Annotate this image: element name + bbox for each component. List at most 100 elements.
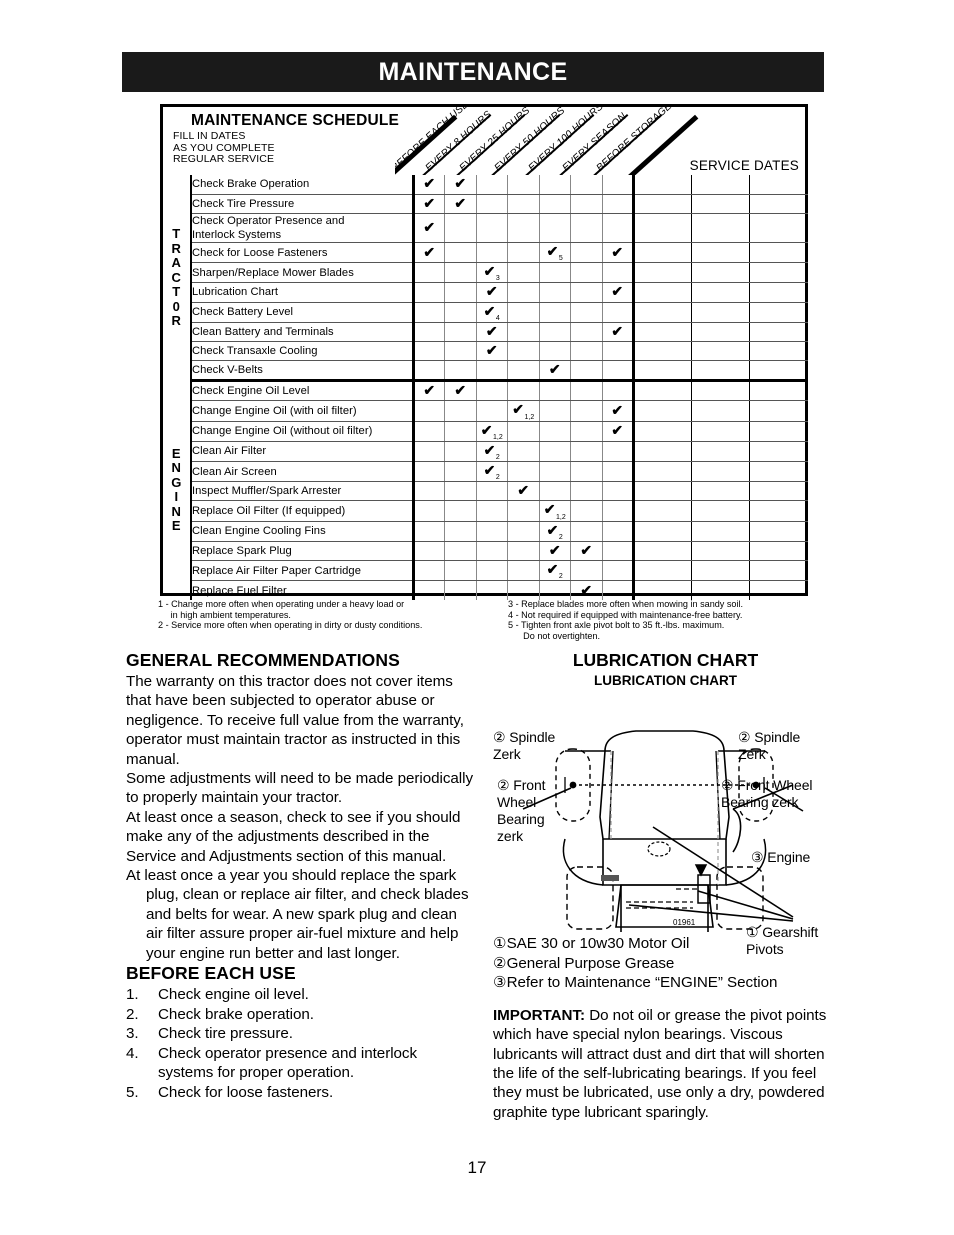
schedule-cell[interactable] bbox=[602, 500, 635, 522]
schedule-cell[interactable] bbox=[570, 282, 603, 303]
service-date-cell[interactable] bbox=[749, 360, 808, 383]
schedule-cell[interactable] bbox=[602, 194, 635, 215]
service-date-cell[interactable] bbox=[691, 481, 750, 502]
schedule-cell[interactable] bbox=[539, 580, 571, 601]
schedule-cell[interactable]: ✔2 bbox=[539, 521, 571, 542]
schedule-cell[interactable] bbox=[602, 521, 635, 542]
service-date-cell[interactable] bbox=[691, 521, 750, 542]
schedule-cell[interactable] bbox=[476, 560, 508, 582]
service-date-cell[interactable] bbox=[633, 262, 692, 284]
service-date-cell[interactable] bbox=[691, 322, 750, 343]
schedule-cell[interactable]: ✔ bbox=[507, 481, 540, 502]
schedule-cell[interactable] bbox=[570, 380, 603, 402]
schedule-cell[interactable] bbox=[507, 341, 540, 362]
schedule-cell[interactable] bbox=[507, 322, 540, 343]
schedule-cell[interactable] bbox=[602, 213, 635, 243]
schedule-cell[interactable]: ✔2 bbox=[476, 441, 508, 462]
schedule-cell[interactable]: ✔ bbox=[539, 360, 571, 383]
schedule-cell[interactable] bbox=[539, 302, 571, 323]
service-date-cell[interactable] bbox=[633, 461, 692, 483]
schedule-cell[interactable] bbox=[602, 380, 635, 402]
schedule-cell[interactable]: ✔ bbox=[444, 194, 477, 215]
service-date-cell[interactable] bbox=[749, 461, 808, 483]
service-date-cell[interactable] bbox=[749, 441, 808, 462]
schedule-cell[interactable] bbox=[444, 580, 477, 601]
schedule-cell[interactable] bbox=[539, 461, 571, 483]
schedule-cell[interactable] bbox=[476, 580, 508, 601]
schedule-cell[interactable] bbox=[539, 262, 571, 284]
service-date-cell[interactable] bbox=[691, 580, 750, 601]
service-date-cell[interactable] bbox=[633, 421, 692, 442]
schedule-cell[interactable] bbox=[476, 541, 508, 562]
schedule-cell[interactable] bbox=[539, 380, 571, 402]
schedule-cell[interactable] bbox=[444, 360, 477, 383]
schedule-cell[interactable] bbox=[476, 400, 508, 422]
schedule-cell[interactable] bbox=[602, 481, 635, 502]
service-date-cell[interactable] bbox=[633, 541, 692, 562]
service-date-cell[interactable] bbox=[691, 242, 750, 264]
schedule-cell[interactable]: ✔ bbox=[570, 541, 603, 562]
schedule-cell[interactable] bbox=[539, 481, 571, 502]
schedule-cell[interactable] bbox=[444, 322, 477, 343]
schedule-cell[interactable] bbox=[507, 441, 540, 462]
schedule-cell[interactable] bbox=[413, 262, 445, 284]
schedule-cell[interactable] bbox=[507, 302, 540, 323]
service-date-cell[interactable] bbox=[633, 175, 692, 195]
service-date-cell[interactable] bbox=[749, 481, 808, 502]
schedule-cell[interactable] bbox=[444, 481, 477, 502]
schedule-cell[interactable] bbox=[476, 360, 508, 383]
service-date-cell[interactable] bbox=[691, 500, 750, 522]
schedule-cell[interactable] bbox=[570, 500, 603, 522]
schedule-cell[interactable] bbox=[507, 521, 540, 542]
schedule-cell[interactable]: ✔ bbox=[602, 421, 635, 442]
service-date-cell[interactable] bbox=[749, 194, 808, 215]
service-date-cell[interactable] bbox=[750, 581, 808, 600]
schedule-cell[interactable] bbox=[444, 213, 477, 243]
schedule-cell[interactable] bbox=[539, 400, 571, 422]
service-date-cell[interactable] bbox=[633, 521, 692, 542]
schedule-cell[interactable]: ✔1,2 bbox=[539, 500, 571, 522]
schedule-cell[interactable] bbox=[444, 341, 477, 362]
service-date-cell[interactable] bbox=[749, 242, 808, 264]
schedule-cell[interactable] bbox=[444, 282, 477, 303]
schedule-cell[interactable] bbox=[602, 461, 635, 483]
schedule-cell[interactable] bbox=[444, 441, 477, 462]
schedule-cell[interactable] bbox=[413, 322, 445, 343]
service-date-cell[interactable] bbox=[749, 421, 808, 442]
service-date-cell[interactable] bbox=[633, 322, 692, 343]
schedule-cell[interactable] bbox=[507, 262, 540, 284]
service-date-cell[interactable] bbox=[633, 380, 692, 402]
schedule-cell[interactable]: ✔ bbox=[602, 322, 635, 343]
schedule-cell[interactable] bbox=[570, 481, 603, 502]
schedule-cell[interactable] bbox=[570, 175, 603, 195]
schedule-cell[interactable] bbox=[602, 360, 635, 383]
schedule-cell[interactable] bbox=[444, 560, 477, 582]
schedule-cell[interactable] bbox=[570, 360, 603, 383]
schedule-cell[interactable] bbox=[444, 400, 477, 422]
schedule-cell[interactable] bbox=[570, 262, 603, 284]
schedule-cell[interactable] bbox=[602, 441, 635, 462]
schedule-cell[interactable] bbox=[476, 500, 508, 522]
service-date-cell[interactable] bbox=[749, 213, 808, 243]
schedule-cell[interactable] bbox=[413, 421, 445, 442]
service-date-cell[interactable] bbox=[749, 521, 808, 542]
schedule-cell[interactable] bbox=[539, 421, 571, 442]
service-date-cell[interactable] bbox=[749, 282, 808, 303]
schedule-cell[interactable]: ✔ bbox=[413, 242, 445, 264]
schedule-cell[interactable] bbox=[413, 400, 445, 422]
schedule-cell[interactable]: ✔ bbox=[444, 380, 477, 402]
service-date-cell[interactable] bbox=[633, 341, 692, 362]
service-date-cell[interactable] bbox=[749, 560, 808, 582]
service-date-cell[interactable] bbox=[749, 500, 808, 522]
schedule-cell[interactable] bbox=[602, 302, 635, 323]
service-date-cell[interactable] bbox=[633, 302, 692, 323]
schedule-cell[interactable] bbox=[507, 580, 540, 601]
service-date-cell[interactable] bbox=[749, 262, 808, 284]
schedule-cell[interactable]: ✔3 bbox=[476, 262, 508, 284]
schedule-cell[interactable] bbox=[507, 175, 540, 195]
schedule-cell[interactable] bbox=[444, 461, 477, 483]
service-date-cell[interactable] bbox=[633, 213, 692, 243]
service-date-cell[interactable] bbox=[749, 380, 808, 402]
service-date-cell[interactable] bbox=[691, 262, 750, 284]
schedule-cell[interactable]: ✔ bbox=[602, 282, 635, 303]
